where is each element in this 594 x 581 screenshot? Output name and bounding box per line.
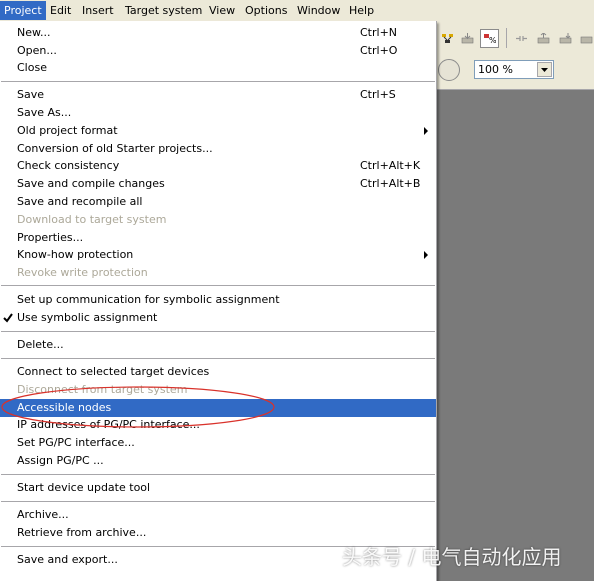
menu-item-label: Save [17, 88, 45, 101]
menu-options[interactable]: Options [241, 1, 291, 20]
device-arrow-icon [559, 33, 572, 44]
load-to-pg-button[interactable] [534, 29, 553, 48]
menu-item-conversion[interactable]: Conversion of old Starter projects... [0, 140, 436, 158]
menu-separator [1, 331, 435, 332]
menu-item-know-how-protection[interactable]: Know-how protection [0, 246, 436, 264]
menu-item-shortcut: Ctrl+O [360, 44, 398, 57]
menu-item-shortcut: Ctrl+S [360, 88, 396, 101]
menu-item-setup-symbolic-communication[interactable]: Set up communication for symbolic assign… [0, 291, 436, 309]
menu-item-save-as[interactable]: Save As... [0, 104, 436, 122]
menu-project[interactable]: Project [0, 1, 46, 20]
menu-item-delete[interactable]: Delete... [0, 336, 436, 354]
menu-item-disconnect-target: Disconnect from target system [0, 381, 436, 399]
toolbar-separator [506, 28, 507, 48]
menu-bar: Project Edit Insert Target system View O… [0, 0, 594, 22]
menu-item-label: Disconnect from target system [17, 383, 188, 396]
menu-item-use-symbolic-assignment[interactable]: Use symbolic assignment [0, 309, 436, 327]
menu-item-label: New... [17, 26, 51, 39]
upload-icon [537, 33, 550, 44]
menu-item-revoke-write-protection: Revoke write protection [0, 264, 436, 282]
menu-item-retrieve-from-archive[interactable]: Retrieve from archive... [0, 524, 436, 542]
download-button[interactable] [458, 29, 477, 48]
menu-item-label: Set up communication for symbolic assign… [17, 293, 280, 306]
menu-item-properties[interactable]: Properties... [0, 229, 436, 247]
menu-item-label: Download to target system [17, 213, 167, 226]
menu-item-label: Set PG/PC interface... [17, 436, 135, 449]
watermark-text: 头条号 / 电气自动化应用 [342, 545, 562, 569]
percent-table-icon: % [484, 34, 496, 44]
menu-item-label: Properties... [17, 231, 84, 244]
menu-item-new[interactable]: New... Ctrl+N [0, 24, 436, 42]
menu-separator [1, 285, 435, 286]
toolbar-area: % 100 % [436, 21, 594, 90]
menu-item-connect-target-devices[interactable]: Connect to selected target devices [0, 363, 436, 381]
menu-item-save-recompile-all[interactable]: Save and recompile all [0, 193, 436, 211]
menu-item-accessible-nodes[interactable]: Accessible nodes [0, 399, 436, 417]
menu-item-label: Save and recompile all [17, 195, 143, 208]
submenu-arrow-icon [424, 127, 428, 135]
stop-button[interactable] [438, 59, 460, 81]
connect-button[interactable] [512, 29, 531, 48]
network-icon [442, 34, 453, 43]
menu-item-label: Save and compile changes [17, 177, 165, 190]
menu-item-label: Accessible nodes [17, 401, 112, 414]
symbolic-assignment-button[interactable]: % [480, 29, 499, 48]
menu-item-set-pg-pc-interface[interactable]: Set PG/PC interface... [0, 434, 436, 452]
menu-item-shortcut: Ctrl+Alt+K [360, 159, 421, 172]
menu-separator [1, 358, 435, 359]
menu-separator [1, 474, 435, 475]
zoom-value: 100 % [478, 63, 513, 76]
plug-icon [516, 36, 527, 41]
menu-item-label: Use symbolic assignment [17, 311, 158, 324]
menu-item-label: Open... [17, 44, 57, 57]
menu-item-assign-pg-pc[interactable]: Assign PG/PC ... [0, 452, 436, 470]
chevron-down-icon[interactable] [537, 62, 552, 77]
menu-item-label: Save and export... [17, 553, 118, 566]
menu-item-archive[interactable]: Archive... [0, 506, 436, 524]
menu-item-ip-addresses[interactable]: IP addresses of PG/PC interface... [0, 416, 436, 434]
menu-item-check-consistency[interactable]: Check consistency Ctrl+Alt+K [0, 157, 436, 175]
menu-target-system[interactable]: Target system [121, 1, 206, 20]
menu-item-label: Delete... [17, 338, 64, 351]
menu-item-label: Retrieve from archive... [17, 526, 147, 539]
svg-text:%: % [489, 36, 496, 44]
download-icon [461, 33, 474, 44]
menu-item-shortcut: Ctrl+N [360, 26, 398, 39]
device-icon [580, 36, 593, 44]
menu-item-shortcut: Ctrl+Alt+B [360, 177, 421, 190]
menu-item-label: Close [17, 61, 47, 74]
menu-item-label: Know-how protection [17, 248, 134, 261]
menu-item-label: Check consistency [17, 159, 120, 172]
menu-item-label: Connect to selected target devices [17, 365, 210, 378]
menu-item-label: Conversion of old Starter projects... [17, 142, 213, 155]
menu-item-label: Old project format [17, 124, 118, 137]
device-button[interactable] [577, 29, 594, 48]
menu-item-label: Assign PG/PC ... [17, 454, 104, 467]
menu-view[interactable]: View [205, 1, 239, 20]
menu-window[interactable]: Window [293, 1, 344, 20]
menu-item-label: Save As... [17, 106, 72, 119]
zoom-select[interactable]: 100 % [474, 60, 554, 79]
checkmark-icon [3, 313, 13, 323]
menu-item-open[interactable]: Open... Ctrl+O [0, 42, 436, 60]
copy-ram-rom-button[interactable] [556, 29, 575, 48]
menu-item-close[interactable]: Close [0, 59, 436, 77]
menu-edit[interactable]: Edit [46, 1, 75, 20]
menu-separator [1, 501, 435, 502]
menu-item-old-project-format[interactable]: Old project format [0, 122, 436, 140]
submenu-arrow-icon [424, 251, 428, 259]
menu-item-download-to-target: Download to target system [0, 211, 436, 229]
menu-item-device-update-tool[interactable]: Start device update tool [0, 479, 436, 497]
menu-item-label: Revoke write protection [17, 266, 148, 279]
menu-insert[interactable]: Insert [78, 1, 118, 20]
menu-item-save[interactable]: Save Ctrl+S [0, 86, 436, 104]
menu-separator [1, 81, 435, 82]
menu-item-save-compile-changes[interactable]: Save and compile changes Ctrl+Alt+B [0, 175, 436, 193]
menu-item-label: IP addresses of PG/PC interface... [17, 418, 200, 431]
menu-item-label: Archive... [17, 508, 69, 521]
menu-item-label: Start device update tool [17, 481, 151, 494]
menu-help[interactable]: Help [345, 1, 378, 20]
network-view-button[interactable] [438, 29, 457, 48]
project-menu: New... Ctrl+N Open... Ctrl+O Close Save … [0, 21, 437, 581]
